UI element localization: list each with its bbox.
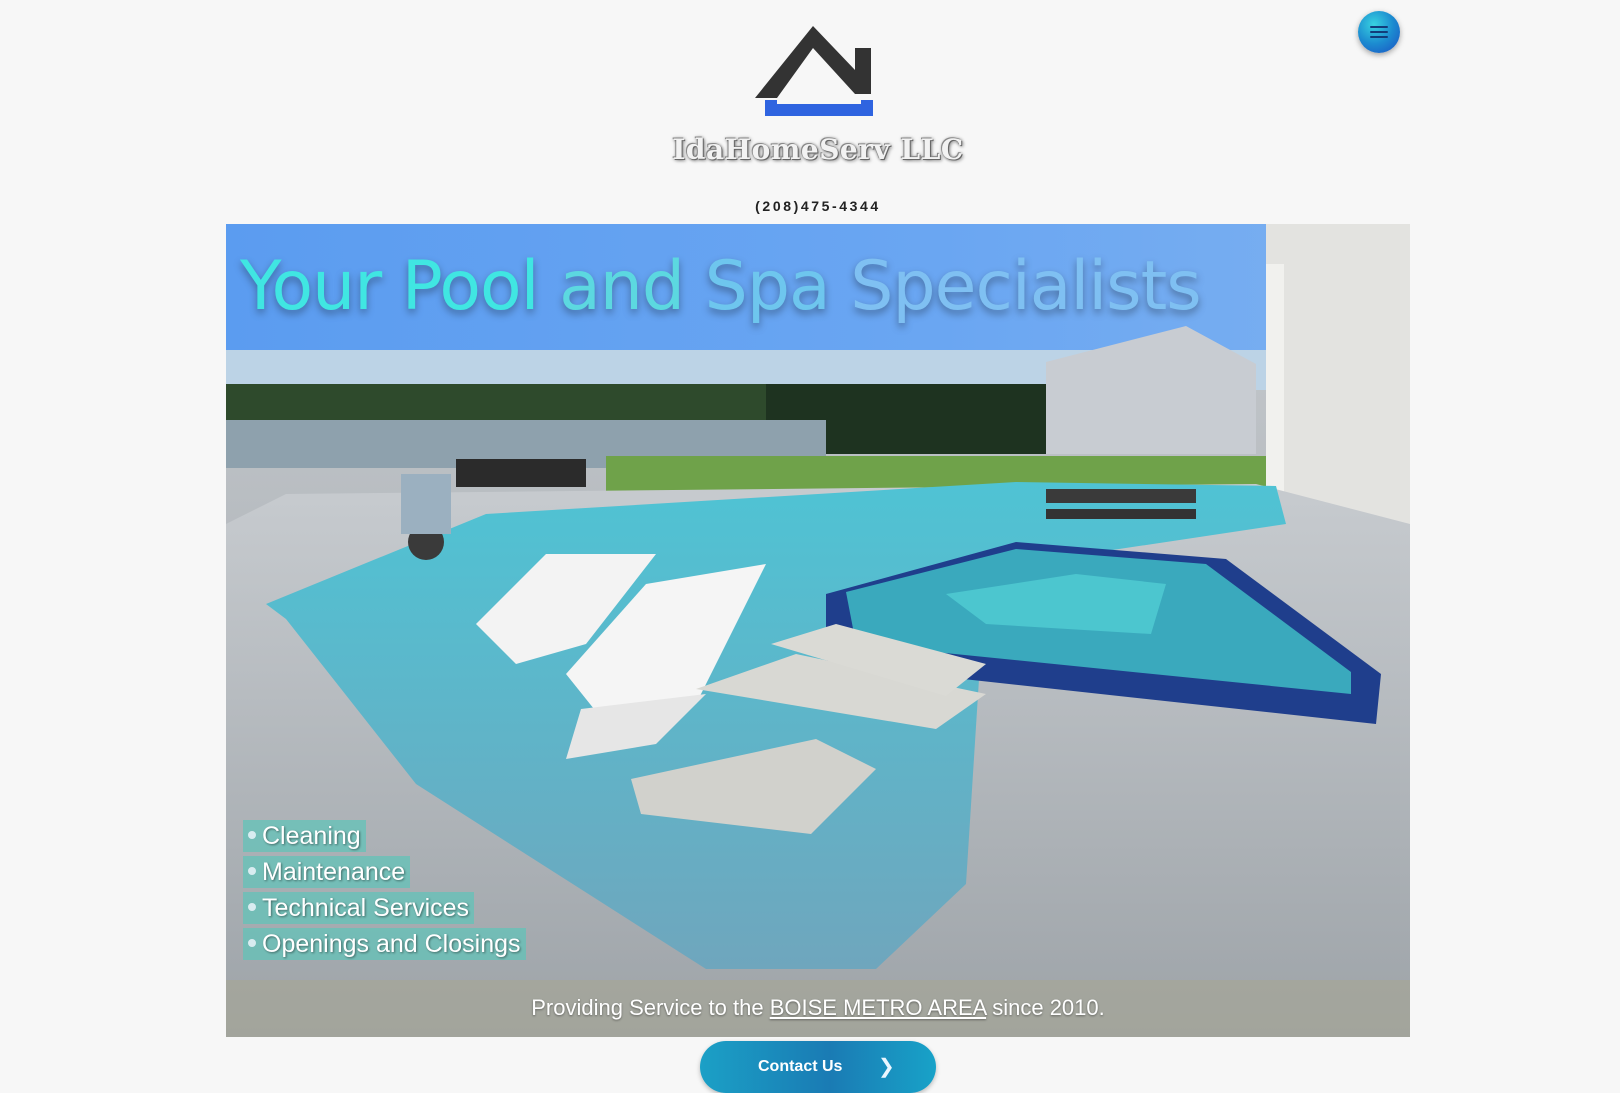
- service-label: Cleaning: [262, 822, 361, 850]
- hamburger-menu-icon: [1370, 26, 1388, 28]
- service-label: Openings and Closings: [262, 930, 521, 958]
- brand-name[interactable]: IdaHomeServ LLC: [0, 133, 1620, 166]
- hamburger-bar: [1370, 31, 1388, 33]
- contact-us-button[interactable]: Contact Us ❯: [700, 1041, 936, 1093]
- headline-word: Your Pool: [240, 247, 539, 326]
- house-roof-icon[interactable]: [755, 20, 885, 125]
- service-item: Technical Services: [243, 892, 475, 924]
- service-area-banner: Providing Service to the BOISE METRO ARE…: [226, 980, 1410, 1037]
- service-item: Maintenance: [243, 856, 411, 888]
- services-list: Cleaning Maintenance Technical Services …: [243, 820, 526, 964]
- headline-word: and: [559, 247, 685, 326]
- hamburger-menu-button[interactable]: [1358, 11, 1400, 53]
- bullet-icon: [248, 831, 256, 840]
- banner-prefix: Providing Service to the: [531, 995, 770, 1020]
- service-label: Technical Services: [262, 894, 470, 922]
- headline-word: Spa: [704, 247, 831, 326]
- hamburger-bar: [1370, 36, 1388, 38]
- service-item: Openings and Closings: [243, 928, 526, 960]
- service-item: Cleaning: [243, 820, 366, 852]
- contact-us-label: Contact Us: [758, 1058, 843, 1075]
- bullet-icon: [248, 867, 256, 876]
- headline-word: Specialists: [850, 247, 1201, 326]
- banner-suffix: since 2010.: [986, 995, 1105, 1020]
- chevron-right-icon: ❯: [878, 1056, 895, 1078]
- service-area-link[interactable]: BOISE METRO AREA: [770, 995, 986, 1020]
- bullet-icon: [248, 903, 256, 912]
- hero-banner: Your Pool and Spa Specialists Cleaning M…: [226, 224, 1410, 1037]
- hero-headline: Your Pool and Spa Specialists: [226, 224, 1410, 350]
- service-label: Maintenance: [262, 858, 406, 886]
- bullet-icon: [248, 939, 256, 948]
- phone-number[interactable]: (208)475-4344: [0, 198, 1620, 214]
